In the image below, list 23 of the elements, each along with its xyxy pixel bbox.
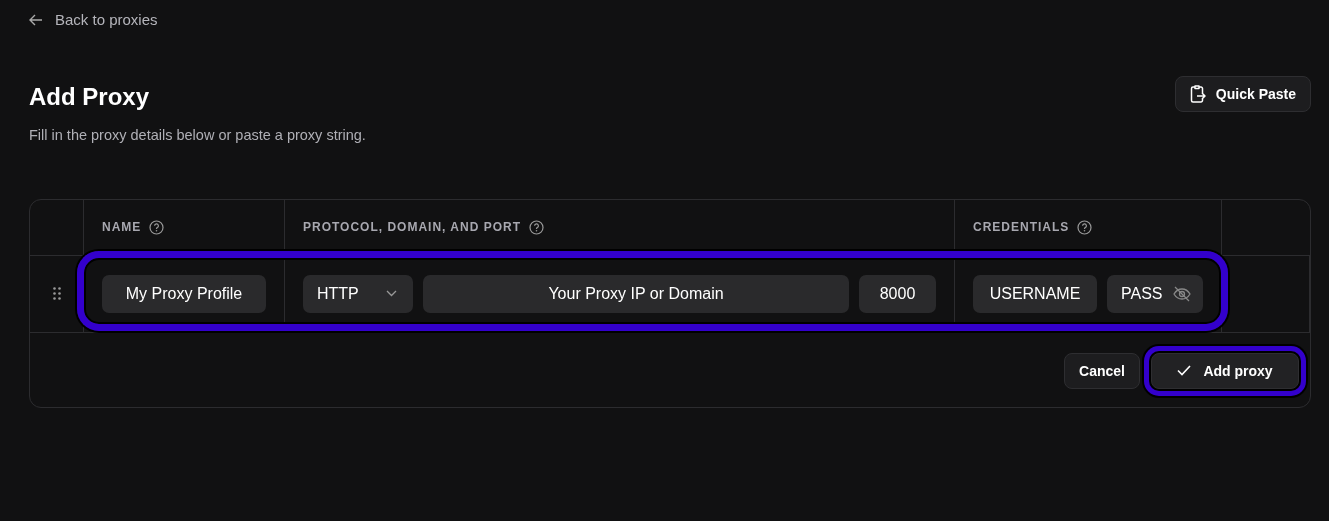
clipboard-icon — [1189, 84, 1206, 103]
quick-paste-button[interactable]: Quick Paste — [1174, 75, 1311, 112]
chevron-down-icon — [386, 290, 397, 297]
page-title: Add Proxy — [29, 81, 151, 111]
domain-field[interactable]: Your Proxy IP or Domain — [423, 274, 849, 313]
check-icon — [1177, 365, 1192, 376]
cancel-button[interactable]: Cancel — [1064, 352, 1140, 389]
page-subtitle: Fill in the proxy details below or paste a proxy string. — [29, 126, 366, 143]
eye-off-icon[interactable] — [1173, 285, 1191, 302]
column-header: NAME — [102, 220, 142, 234]
username-field[interactable]: USERNAME — [973, 274, 1097, 313]
help-icon — [529, 219, 544, 235]
help-icon — [149, 219, 165, 235]
port-field[interactable]: 8000 — [859, 274, 936, 313]
help-icon — [1077, 219, 1093, 235]
column-header: CREDENTIALS — [973, 220, 1070, 234]
name-field[interactable]: My Proxy Profile — [102, 274, 266, 313]
back-link[interactable]: Back to proxies — [29, 9, 158, 28]
password-field[interactable]: PASS — [1107, 274, 1203, 313]
column-header: PROTOCOL, DOMAIN, AND PORT — [303, 220, 521, 234]
arrow-left-icon — [29, 12, 43, 27]
protocol-select[interactable]: HTTP — [303, 274, 413, 313]
drag-handle-icon[interactable] — [52, 287, 61, 300]
